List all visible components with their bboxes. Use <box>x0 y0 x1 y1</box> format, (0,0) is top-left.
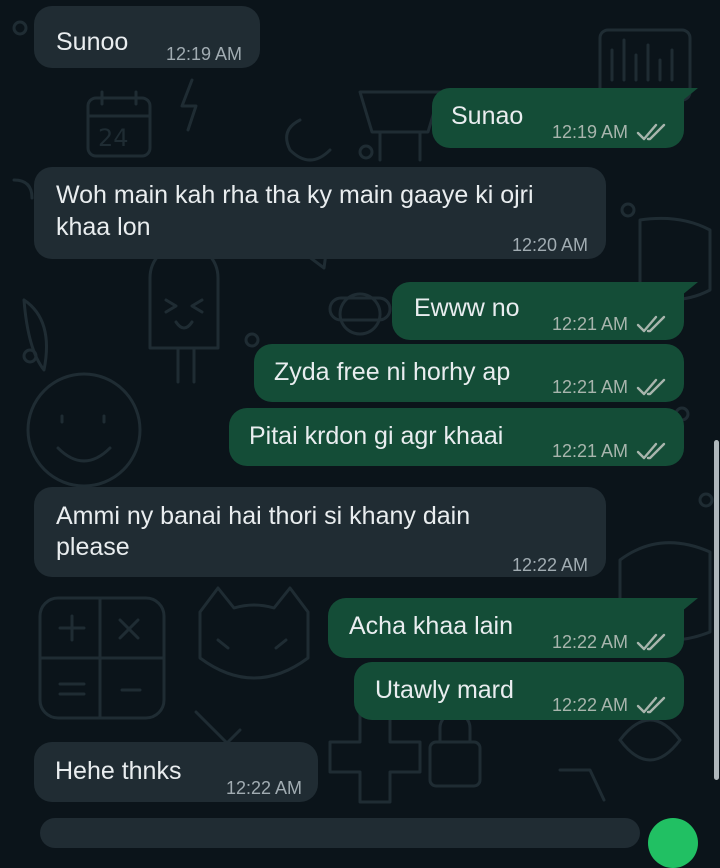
double-check-icon <box>636 315 666 333</box>
scrollbar-thumb[interactable] <box>714 440 719 780</box>
message-meta: 12:20 AM <box>512 229 588 261</box>
svg-text:24: 24 <box>98 124 129 152</box>
incoming-message[interactable]: Sunoo 12:19 AM <box>34 6 260 68</box>
message-timestamp: 12:22 AM <box>551 695 628 715</box>
message-timestamp: 12:21 AM <box>551 314 628 334</box>
double-check-icon <box>636 633 666 651</box>
outgoing-message[interactable]: Acha khaa lain 12:22 AM <box>328 598 684 658</box>
message-timestamp: 12:22 AM <box>225 778 302 798</box>
incoming-message[interactable]: Woh main kah rha tha ky main gaaye ki oj… <box>34 167 606 259</box>
message-text: Zyda free ni horhy ap <box>274 358 511 386</box>
message-timestamp: 12:22 AM <box>511 555 588 575</box>
message-meta: 12:19 AM <box>552 116 668 148</box>
message-meta: 12:22 AM <box>512 549 588 581</box>
incoming-message[interactable]: Ammi ny banai hai thori si khany dain pl… <box>34 487 606 577</box>
message-timestamp: 12:21 AM <box>551 441 628 461</box>
message-meta: 12:19 AM <box>166 38 242 70</box>
message-text: Ewww no <box>414 294 520 322</box>
double-check-icon <box>636 123 666 141</box>
outgoing-message[interactable]: Pitai krdon gi agr khaai 12:21 AM <box>229 408 684 466</box>
message-meta: 12:21 AM <box>552 435 668 467</box>
message-text: Utawly mard <box>375 676 514 704</box>
message-text: Sunoo <box>56 28 129 56</box>
outgoing-message[interactable]: Sunao 12:19 AM <box>432 88 684 148</box>
message-meta: 12:21 AM <box>552 371 668 403</box>
message-text: Woh main kah rha tha ky main gaaye ki oj… <box>56 181 534 209</box>
message-text: Acha khaa lain <box>349 612 514 640</box>
outgoing-bubble-tail <box>676 282 698 300</box>
partial-message-bubble <box>40 818 640 848</box>
outgoing-message[interactable]: Ewww no 12:21 AM <box>392 282 684 340</box>
double-check-icon <box>636 696 666 714</box>
message-meta: 12:22 AM <box>552 626 668 658</box>
message-text-line-2: khaa lon <box>56 213 151 241</box>
message-timestamp: 12:22 AM <box>551 632 628 652</box>
message-meta: 12:21 AM <box>552 308 668 340</box>
message-text: Pitai krdon gi agr khaai <box>249 422 504 450</box>
message-timestamp: 12:21 AM <box>551 377 628 397</box>
message-text: Sunao <box>451 102 524 130</box>
incoming-message[interactable]: Hehe thnks 12:22 AM <box>34 742 318 802</box>
outgoing-message[interactable]: Utawly mard 12:22 AM <box>354 662 684 720</box>
message-text: Hehe thnks <box>55 757 182 785</box>
double-check-icon <box>636 442 666 460</box>
message-timestamp: 12:19 AM <box>165 44 242 64</box>
message-timestamp: 12:19 AM <box>551 122 628 142</box>
outgoing-bubble-tail <box>676 88 698 106</box>
message-text: Ammi ny banai hai thori si khany dain <box>56 502 471 530</box>
message-meta: 12:22 AM <box>226 772 302 804</box>
double-check-icon <box>636 378 666 396</box>
outgoing-message[interactable]: Zyda free ni horhy ap 12:21 AM <box>254 344 684 402</box>
message-timestamp: 12:20 AM <box>511 235 588 255</box>
outgoing-bubble-tail <box>676 598 698 616</box>
message-text-line-2: please <box>56 533 130 561</box>
message-meta: 12:22 AM <box>552 689 668 721</box>
